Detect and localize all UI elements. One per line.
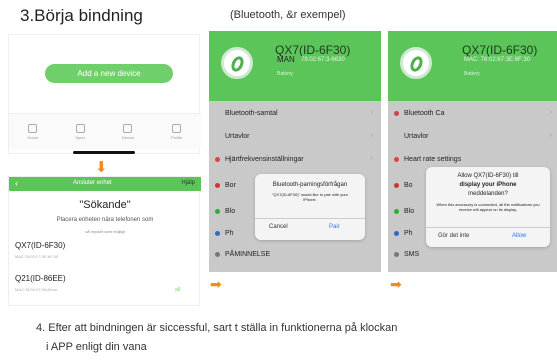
device-mac: MAC:78:02:07:35:86:ee: [15, 287, 58, 292]
settings-item[interactable]: Urtavlor ›: [209, 128, 381, 146]
reminder-icon: [215, 252, 220, 257]
blood-icon: [215, 209, 220, 214]
profile-icon: [172, 123, 182, 133]
heart-icon: [394, 157, 399, 162]
dialog-line2: display your iPhone: [459, 182, 517, 188]
pair-button[interactable]: Pair: [329, 224, 340, 230]
connecting-header: ‹ Ansluter enhet Hjälp: [9, 177, 201, 191]
allow-notifications-screen: QX7(ID-6F30) MAC: 78:02:67:3E:6F:30 Batt…: [388, 31, 557, 272]
header-title: Ansluter enhet: [73, 180, 112, 186]
cancel-button[interactable]: Cancel: [269, 224, 288, 230]
pairing-request-screen: QX7(ID-6F30) MAN 78:02:67:3-6630 Battery…: [209, 31, 381, 272]
section-subtitle: (Bluetooth, &r exempel): [230, 9, 346, 21]
arrow-right-icon: ➡: [390, 276, 402, 292]
device-mac: MAC:78:02:F7:3E:6F:30: [15, 254, 59, 259]
settings-item[interactable]: Bluetooth Ca ›: [388, 105, 557, 123]
phone-icon: [394, 231, 399, 236]
dialog-line1: Allow QX7(ID-6F30) till: [457, 173, 519, 179]
arrow-down-icon: ⬇: [95, 159, 108, 176]
place-device-hint2: så mycket som möjligt: [85, 229, 125, 234]
help-link[interactable]: Hjälp: [181, 180, 195, 186]
place-device-hint: Placera enheten nära telefonen som: [56, 217, 154, 223]
device-name[interactable]: QX7(ID-6F30): [15, 241, 65, 250]
tab-device[interactable]: Device: [122, 123, 134, 140]
connecting-screen: ‹ Ansluter enhet Hjälp "Sökande" Placera…: [8, 176, 201, 306]
dialog-divider: [426, 227, 550, 228]
home-indicator: [73, 151, 135, 154]
tab-profile[interactable]: Profile: [171, 123, 182, 140]
device-name[interactable]: Q21(ID-86EE): [15, 274, 66, 283]
device-mac: 78:02:67:3-6630: [301, 57, 345, 63]
sport-icon: [75, 123, 85, 133]
dialog-line3: meddelanden?: [468, 191, 508, 197]
searching-label: "Sökande": [79, 199, 131, 211]
dialog-text: "QX7(ID-6F30)" would like to pair with y…: [272, 192, 348, 202]
allow-dialog: Allow QX7(ID-6F30) till display your iPh…: [426, 167, 550, 247]
instruction-line1: 4. Efter att bindningen är siccessful, s…: [36, 322, 398, 334]
device-icon: [123, 123, 133, 133]
battery-label: Battery: [464, 71, 480, 77]
instruction-line2: i APP enligt din vana: [46, 341, 147, 353]
section-title: 3.Börja bindning: [20, 6, 143, 25]
tab-bar: Home Sport Device Profile: [9, 113, 201, 149]
blood-icon: [394, 209, 399, 214]
allow-button[interactable]: Allow: [512, 233, 526, 239]
settings-icon: [394, 183, 399, 188]
device-man-label: MAN: [277, 55, 295, 64]
battery-label: Battery: [277, 71, 293, 77]
dialog-title: Bluetooth-parningsförfrågan: [272, 182, 348, 188]
add-device-screen: Add a new device Home Sport Device Profi…: [8, 34, 201, 154]
signal-indicator: all: [175, 287, 181, 293]
settings-item[interactable]: Bluetooth-samtal ›: [209, 105, 381, 123]
bluetooth-icon: [394, 111, 399, 116]
settings-icon: [215, 183, 220, 188]
settings-item[interactable]: PÅMINNELSE: [209, 246, 381, 264]
sms-icon: [394, 252, 399, 257]
device-mac: MAC: 78:02:67:3E:6F:30: [464, 57, 531, 63]
settings-item[interactable]: SMS: [388, 246, 557, 264]
phone-icon: [215, 231, 220, 236]
pairing-dialog: Bluetooth-parningsförfrågan "QX7(ID-6F30…: [255, 174, 365, 240]
home-icon: [28, 123, 38, 133]
add-device-button[interactable]: Add a new device: [45, 64, 173, 83]
settings-item[interactable]: Urtavlor ›: [388, 128, 557, 146]
watch-logo-icon: [400, 47, 432, 79]
back-icon[interactable]: ‹: [15, 178, 18, 188]
dont-allow-button[interactable]: Gör det inte: [438, 233, 469, 239]
tab-sport[interactable]: Sport: [75, 123, 85, 140]
arrow-right-icon: ➡: [210, 276, 222, 292]
dialog-divider: [255, 218, 365, 219]
tab-home[interactable]: Home: [28, 123, 38, 140]
watch-logo-icon: [221, 47, 253, 79]
device-title: QX7(ID-6F30): [462, 43, 538, 57]
dialog-text: When this accessory is connected, all th…: [436, 202, 540, 212]
heart-icon: [215, 157, 220, 162]
settings-item[interactable]: Hjärtfrekvensinställningar ›: [209, 151, 381, 169]
